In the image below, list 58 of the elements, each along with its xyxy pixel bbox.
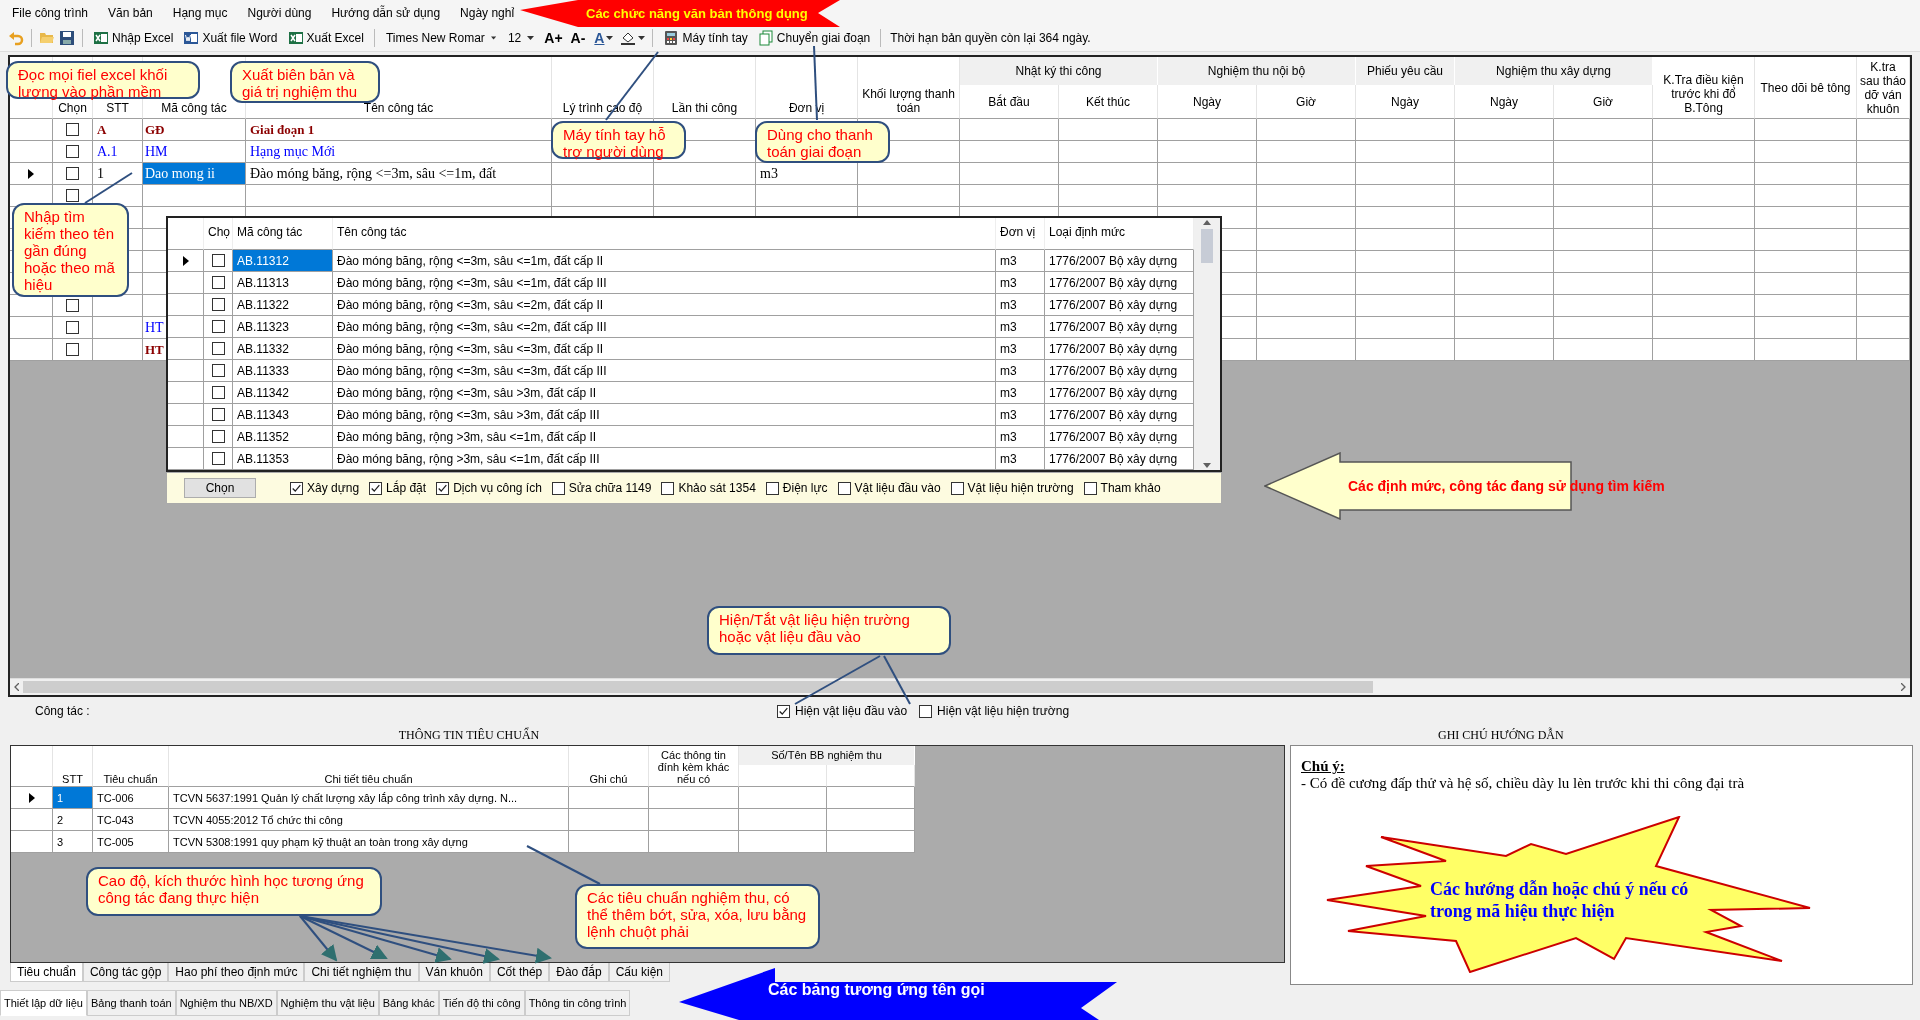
table-cell: Đào móng băng, rộng <=3m, sâu >3m, đất cấp II: [333, 382, 996, 404]
callout-tooltip: Hiện/Tắt vật liệu hiện trường hoặc vật liệu đầu vào: [707, 606, 951, 655]
table-cell: m3: [996, 294, 1045, 316]
table-cell: Đào móng băng, rộng >3m, sâu <=1m, đất cấp III: [333, 448, 996, 470]
callout-tooltip: Dùng cho thanh toán giai đoạn: [755, 121, 890, 163]
table-cell: Đào móng băng, rộng <=3m, sâu <=2m, đất cấp III: [333, 316, 996, 338]
license-text: Thời hạn bản quyền còn lại 364 ngày.: [889, 31, 1091, 45]
table-cell: AB.11322: [233, 294, 333, 316]
table-cell: m3: [996, 426, 1045, 448]
table-cell: AB.11342: [233, 382, 333, 404]
table-cell: m3: [996, 360, 1045, 382]
table-cell: m3: [996, 250, 1045, 272]
column-group-header: Nghiệm thu nội bộ: [1158, 57, 1356, 85]
table-cell: 1: [53, 787, 93, 809]
callout-text: Các hướng dẫn hoặc chú ý nếu có trong mã hiệu thực hiện: [1430, 878, 1690, 922]
column-group-header: Nhật ký thi công: [960, 57, 1158, 85]
table-cell: AB.11333: [233, 360, 333, 382]
notes-text: - Có đề cương đấp thử và hệ số, chiều dày lu lèn trước khi thi công đại trà: [1301, 775, 1746, 792]
table-cell: m3: [996, 382, 1045, 404]
field-label: Công tác :: [35, 704, 91, 718]
table-cell: Đào móng băng, rộng <=3m, sâu <=1m, đất cấp III: [333, 272, 996, 294]
callout-tooltip: Máy tính tay hỗ trợ người dùng: [551, 121, 686, 159]
panel-title: THÔNG TIN TIÊU CHUẨN: [397, 726, 541, 744]
table-cell: Đào móng băng, rộng <=3m, sâu <=3m, đất cấp III: [333, 360, 996, 382]
table-cell: Đào móng băng, rộng <=3m, sâu >3m, đất cấp III: [333, 404, 996, 426]
table-cell: Dao mong ii: [143, 163, 246, 185]
callout-text: Các định mức, công tác đang sử dụng tìm kiếm: [1347, 478, 1665, 494]
column-group-header: Số/Tên BB nghiệm thu: [739, 746, 915, 765]
callout-tooltip: Nhập tìm kiếm theo tên gần đúng hoặc theo mã hiệu: [12, 203, 129, 297]
callout-tooltip: Xuất biên bản và giá trị nghiệm thu: [230, 61, 380, 103]
table-cell: m3: [996, 316, 1045, 338]
table-cell: AB.11353: [233, 448, 333, 470]
table-cell: Đào móng băng, rộng <=3m, sâu <=2m, đất cấp II: [333, 294, 996, 316]
callout-tooltip: Cao độ, kích thước hình học tương ứng công tác đang thực hiện: [86, 867, 382, 916]
column-group-header: Phiếu yêu cầu: [1356, 57, 1455, 85]
table-cell: Đào móng băng, rộng >3m, sâu <=1m, đất cấp II: [333, 426, 996, 448]
column-group-header: Nghiệm thu xây dựng: [1455, 57, 1653, 85]
table-cell: m3: [996, 272, 1045, 294]
table-cell: TCVN 5308:1991 quy phạm kỹ thuật an toàn trong xây dựng: [169, 831, 569, 853]
table-cell: m3: [996, 448, 1045, 470]
table-cell: TC-005: [93, 831, 169, 853]
callout-text: Các bảng tương ứng tên gọi: [767, 981, 985, 999]
table-cell: AB.11312: [233, 250, 333, 272]
table-cell: Đào móng băng, rộng <=3m, sâu <=3m, đất cấp II: [333, 338, 996, 360]
callout-text: Các chức năng văn bản thông dụng: [585, 6, 808, 21]
callout-tooltip: Đọc mọi fiel excel khối lượng vào phần mềm: [6, 61, 200, 99]
table-cell: AB.11343: [233, 404, 333, 426]
table-cell: m3: [996, 338, 1045, 360]
notes-heading: Chú ý:: [1301, 758, 1346, 775]
table-cell: 3: [53, 831, 93, 853]
panel-title: GHI CHÚ HƯỚNG DẪN: [1437, 726, 1565, 744]
table-cell: AB.11313: [233, 272, 333, 294]
table-cell: AB.11323: [233, 316, 333, 338]
table-cell: m3: [996, 404, 1045, 426]
table-cell: AB.11332: [233, 338, 333, 360]
table-cell: Đào móng băng, rộng <=3m, sâu <=1m, đất cấp II: [333, 250, 996, 272]
table-cell: AB.11352: [233, 426, 333, 448]
callout-tooltip: Các tiêu chuẩn nghiệm thu, có thể thêm bớt, sửa, xóa, lưu bằng lệnh chuột phải: [575, 884, 820, 949]
